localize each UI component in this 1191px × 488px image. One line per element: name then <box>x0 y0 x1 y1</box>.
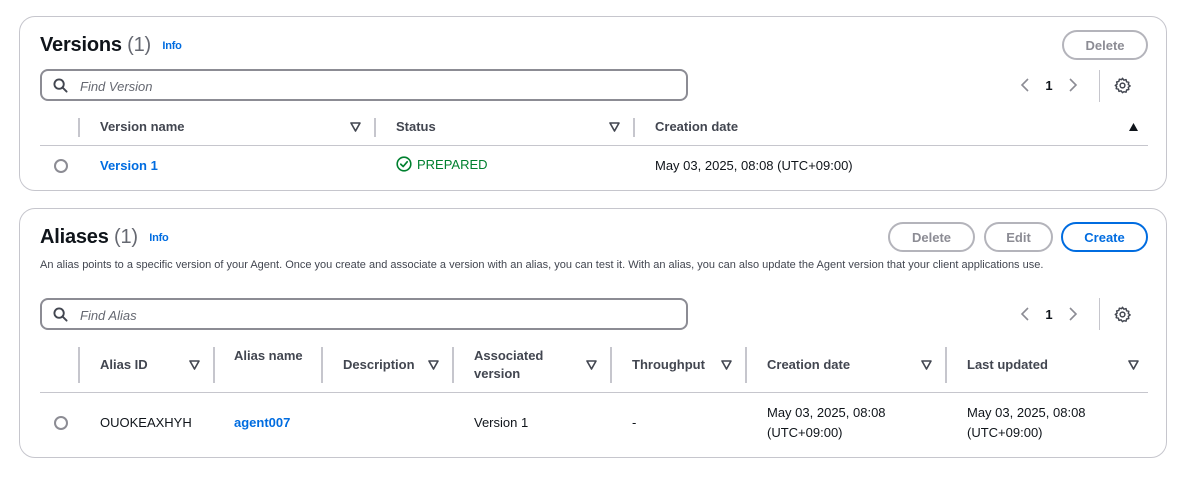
versions-heading: Versions (1) Info <box>40 34 182 57</box>
alias-id-cell: OUOKEAXHYH <box>100 415 192 430</box>
sort-icon[interactable] <box>721 360 732 370</box>
aliases-edit-button[interactable]: Edit <box>984 222 1053 252</box>
column-header-creation-date[interactable]: Creation date <box>655 118 738 136</box>
column-divider <box>321 347 323 383</box>
chevron-right-icon[interactable] <box>1063 304 1083 324</box>
versions-search-field[interactable] <box>40 69 688 101</box>
creation-date-cell: May 03, 2025, 08:08 (UTC+09:00) <box>655 158 853 173</box>
aliases-title: Aliases <box>40 226 109 248</box>
sort-icon[interactable] <box>586 360 597 370</box>
versions-panel: Versions (1) Info Delete 1 Version name … <box>19 16 1167 191</box>
last-updated-cell: May 03, 2025, 08:08 (UTC+09:00) <box>967 405 1086 440</box>
sort-icon[interactable] <box>1128 360 1139 370</box>
column-divider <box>374 118 376 137</box>
aliases-pagination: 1 <box>1015 304 1083 324</box>
aliases-info-link[interactable]: Info <box>149 232 169 244</box>
status-text: PREPARED <box>417 156 488 172</box>
status-badge: PREPARED <box>396 156 488 172</box>
search-icon <box>53 78 68 93</box>
aliases-search-input[interactable] <box>78 304 672 326</box>
chevron-left-icon[interactable] <box>1015 304 1035 324</box>
pager-divider <box>1099 298 1100 330</box>
aliases-panel: Aliases (1) Info Delete Edit Create An a… <box>19 208 1167 458</box>
column-divider <box>633 118 635 137</box>
row-select-radio[interactable] <box>54 416 68 430</box>
row-select-radio[interactable] <box>54 159 68 173</box>
gear-icon[interactable] <box>1112 304 1132 324</box>
versions-info-link[interactable]: Info <box>162 40 182 52</box>
sort-icon[interactable] <box>350 122 361 132</box>
column-divider <box>610 347 612 383</box>
chevron-right-icon[interactable] <box>1063 75 1083 95</box>
column-divider <box>452 347 454 383</box>
column-divider <box>78 118 80 137</box>
column-header-status[interactable]: Status <box>396 118 436 136</box>
sort-icon[interactable] <box>189 360 200 370</box>
gear-icon[interactable] <box>1112 75 1132 95</box>
table-header-divider <box>40 392 1148 393</box>
aliases-heading: Aliases (1) Info <box>40 226 169 249</box>
column-header-creation-date[interactable]: Creation date <box>767 356 850 374</box>
aliases-page-number[interactable]: 1 <box>1035 307 1063 322</box>
throughput-cell: - <box>632 415 637 430</box>
sort-icon[interactable] <box>609 122 620 132</box>
search-icon <box>53 307 68 322</box>
column-divider <box>78 347 80 383</box>
aliases-create-button[interactable]: Create <box>1061 222 1148 252</box>
versions-pagination: 1 <box>1015 75 1083 95</box>
column-header-alias-id[interactable]: Alias ID <box>100 356 148 374</box>
versions-count: (1) <box>127 34 151 56</box>
sort-icon[interactable] <box>428 360 439 370</box>
sort-icon[interactable] <box>921 360 932 370</box>
pager-divider <box>1099 70 1100 102</box>
versions-title: Versions <box>40 34 122 56</box>
table-header-divider <box>40 145 1148 146</box>
column-divider <box>945 347 947 383</box>
column-header-alias-name[interactable]: Alias name <box>234 347 314 365</box>
alias-name-link[interactable]: agent007 <box>234 413 290 433</box>
column-divider <box>745 347 747 383</box>
column-header-throughput[interactable]: Throughput <box>632 356 705 374</box>
versions-delete-button[interactable]: Delete <box>1062 30 1148 60</box>
associated-version-cell: Version 1 <box>474 415 529 430</box>
column-divider <box>213 347 215 383</box>
aliases-delete-button[interactable]: Delete <box>888 222 975 252</box>
column-header-last-updated[interactable]: Last updated <box>967 356 1048 374</box>
versions-page-number[interactable]: 1 <box>1035 78 1063 93</box>
aliases-description: An alias points to a specific version of… <box>40 259 1044 271</box>
chevron-left-icon[interactable] <box>1015 75 1035 95</box>
column-header-associated-version[interactable]: Associated version <box>474 347 574 383</box>
check-circle-icon <box>396 156 412 172</box>
creation-date-cell: May 03, 2025, 08:08 (UTC+09:00) <box>767 405 886 440</box>
column-header-version-name[interactable]: Version name <box>100 118 185 136</box>
version-name-link[interactable]: Version 1 <box>100 156 158 176</box>
aliases-count: (1) <box>114 226 138 248</box>
sort-ascending-icon[interactable] <box>1128 122 1139 132</box>
versions-search-input[interactable] <box>78 75 672 97</box>
aliases-search-field[interactable] <box>40 298 688 330</box>
column-header-description[interactable]: Description <box>343 356 415 374</box>
